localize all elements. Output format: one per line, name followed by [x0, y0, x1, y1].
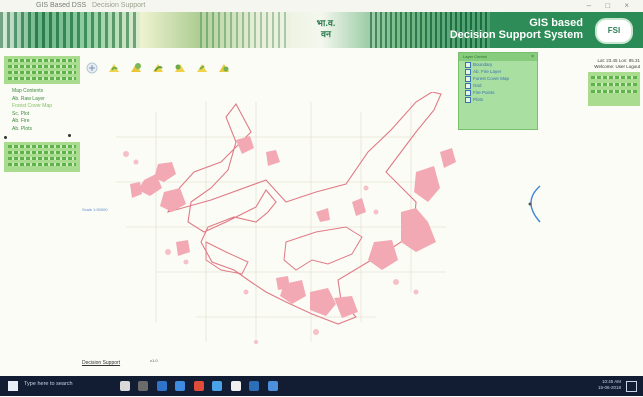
footer-version: v1.0 [150, 358, 158, 363]
left-info-box [4, 56, 80, 84]
print-icon[interactable] [216, 60, 232, 76]
layer-item[interactable]: Fire Points [459, 89, 537, 96]
close-icon[interactable]: × [531, 53, 534, 61]
user-status[interactable]: Welcome: User Logout [586, 64, 640, 70]
left-menu-item[interactable]: Ab. Raw Layer [12, 96, 78, 104]
map-canvas[interactable] [116, 92, 462, 354]
app-icon[interactable] [193, 381, 204, 391]
scale-label: Scale 1:50000 [82, 207, 108, 212]
footer-link[interactable]: Decision Support [82, 360, 120, 366]
left-panel: Map Contents Ab. Raw Layer Forest Cover … [4, 56, 80, 176]
district-boundary [167, 92, 442, 325]
taskbar-apps [118, 379, 280, 393]
layer-item[interactable]: Ab. Fire Layer [459, 68, 537, 75]
left-legend-box [4, 142, 80, 172]
left-menu-item[interactable]: Sc. Plot [12, 111, 78, 119]
layer-item[interactable]: Plots [459, 96, 537, 103]
bullet-icon [4, 136, 7, 139]
emblem-logo: भा.व. वन [316, 18, 336, 39]
browser-chrome: GIS Based DSS Decision Support – □ × [0, 0, 643, 12]
app-icon[interactable] [156, 381, 167, 391]
left-menu-item[interactable]: Forest Cover Map [12, 103, 78, 111]
zoom-in-icon[interactable] [84, 60, 100, 76]
app-title-line1: GIS based [529, 17, 583, 29]
left-menu-item[interactable]: Ab. Fire [12, 118, 78, 126]
measure-icon[interactable] [172, 60, 188, 76]
layer-panel-title: Layer Control [463, 54, 488, 59]
sub-boundary [283, 226, 363, 271]
left-menu-item[interactable]: Map Contents [12, 88, 78, 96]
layer-panel: Layer Control × Boundary Ab. Fire Layer … [458, 52, 538, 130]
windows-start-icon[interactable] [8, 381, 18, 391]
app-icon[interactable] [249, 381, 260, 391]
app-icon[interactable] [175, 381, 186, 391]
checkbox[interactable] [465, 82, 471, 89]
checkbox[interactable] [465, 68, 471, 75]
layer-item[interactable]: Grid [459, 82, 537, 89]
left-menu-item[interactable]: Ab. Plots [12, 126, 78, 134]
north-arrow-icon [528, 185, 541, 223]
bullet-icon [68, 134, 71, 137]
full-extent-icon[interactable] [194, 60, 210, 76]
layer-item[interactable]: Boundary [459, 61, 537, 68]
checkbox[interactable] [465, 61, 471, 68]
taskbar: Type here to search 10:45 AM 15-06-2018 [0, 376, 643, 396]
notification-icon[interactable] [626, 381, 637, 392]
zoom-out-icon[interactable] [106, 60, 122, 76]
app-icon[interactable] [138, 381, 149, 391]
browser-tab[interactable]: GIS Based DSS [36, 2, 86, 9]
app-icon[interactable] [267, 381, 278, 391]
pan-icon[interactable] [128, 60, 144, 76]
sub-boundary [205, 241, 249, 275]
app-icon[interactable] [230, 381, 241, 391]
right-panel: Lat: 23.45 Lon: 85.31 Welcome: User Logo… [586, 58, 640, 70]
forest-banner-image [0, 12, 140, 48]
forest-banner-image-2 [200, 12, 290, 48]
layer-item[interactable]: Forest Cover Map [459, 75, 537, 82]
app-title: GIS based Decision Support System [450, 17, 583, 41]
window-controls[interactable]: – □ × [587, 1, 635, 10]
app-title-line2: Decision Support System [449, 29, 583, 41]
header-banner: भा.व. वन GIS based Decision Support Syste… [0, 12, 643, 48]
checkbox[interactable] [465, 89, 471, 96]
taskbar-search[interactable]: Type here to search [24, 381, 73, 387]
fsi-logo: FSI [595, 18, 633, 44]
browser-tab-2[interactable]: Decision Support [92, 2, 145, 9]
app-icon[interactable] [212, 381, 223, 391]
identify-icon[interactable] [150, 60, 166, 76]
app-icon[interactable] [120, 381, 130, 391]
map-grid [116, 102, 446, 342]
left-menu: Map Contents Ab. Raw Layer Forest Cover … [12, 88, 78, 133]
layer-panel-header: Layer Control × [459, 53, 537, 61]
right-info-box [588, 72, 640, 106]
checkbox[interactable] [465, 75, 471, 82]
checkbox[interactable] [465, 96, 471, 103]
taskbar-clock[interactable]: 10:45 AM 15-06-2018 [598, 379, 621, 391]
